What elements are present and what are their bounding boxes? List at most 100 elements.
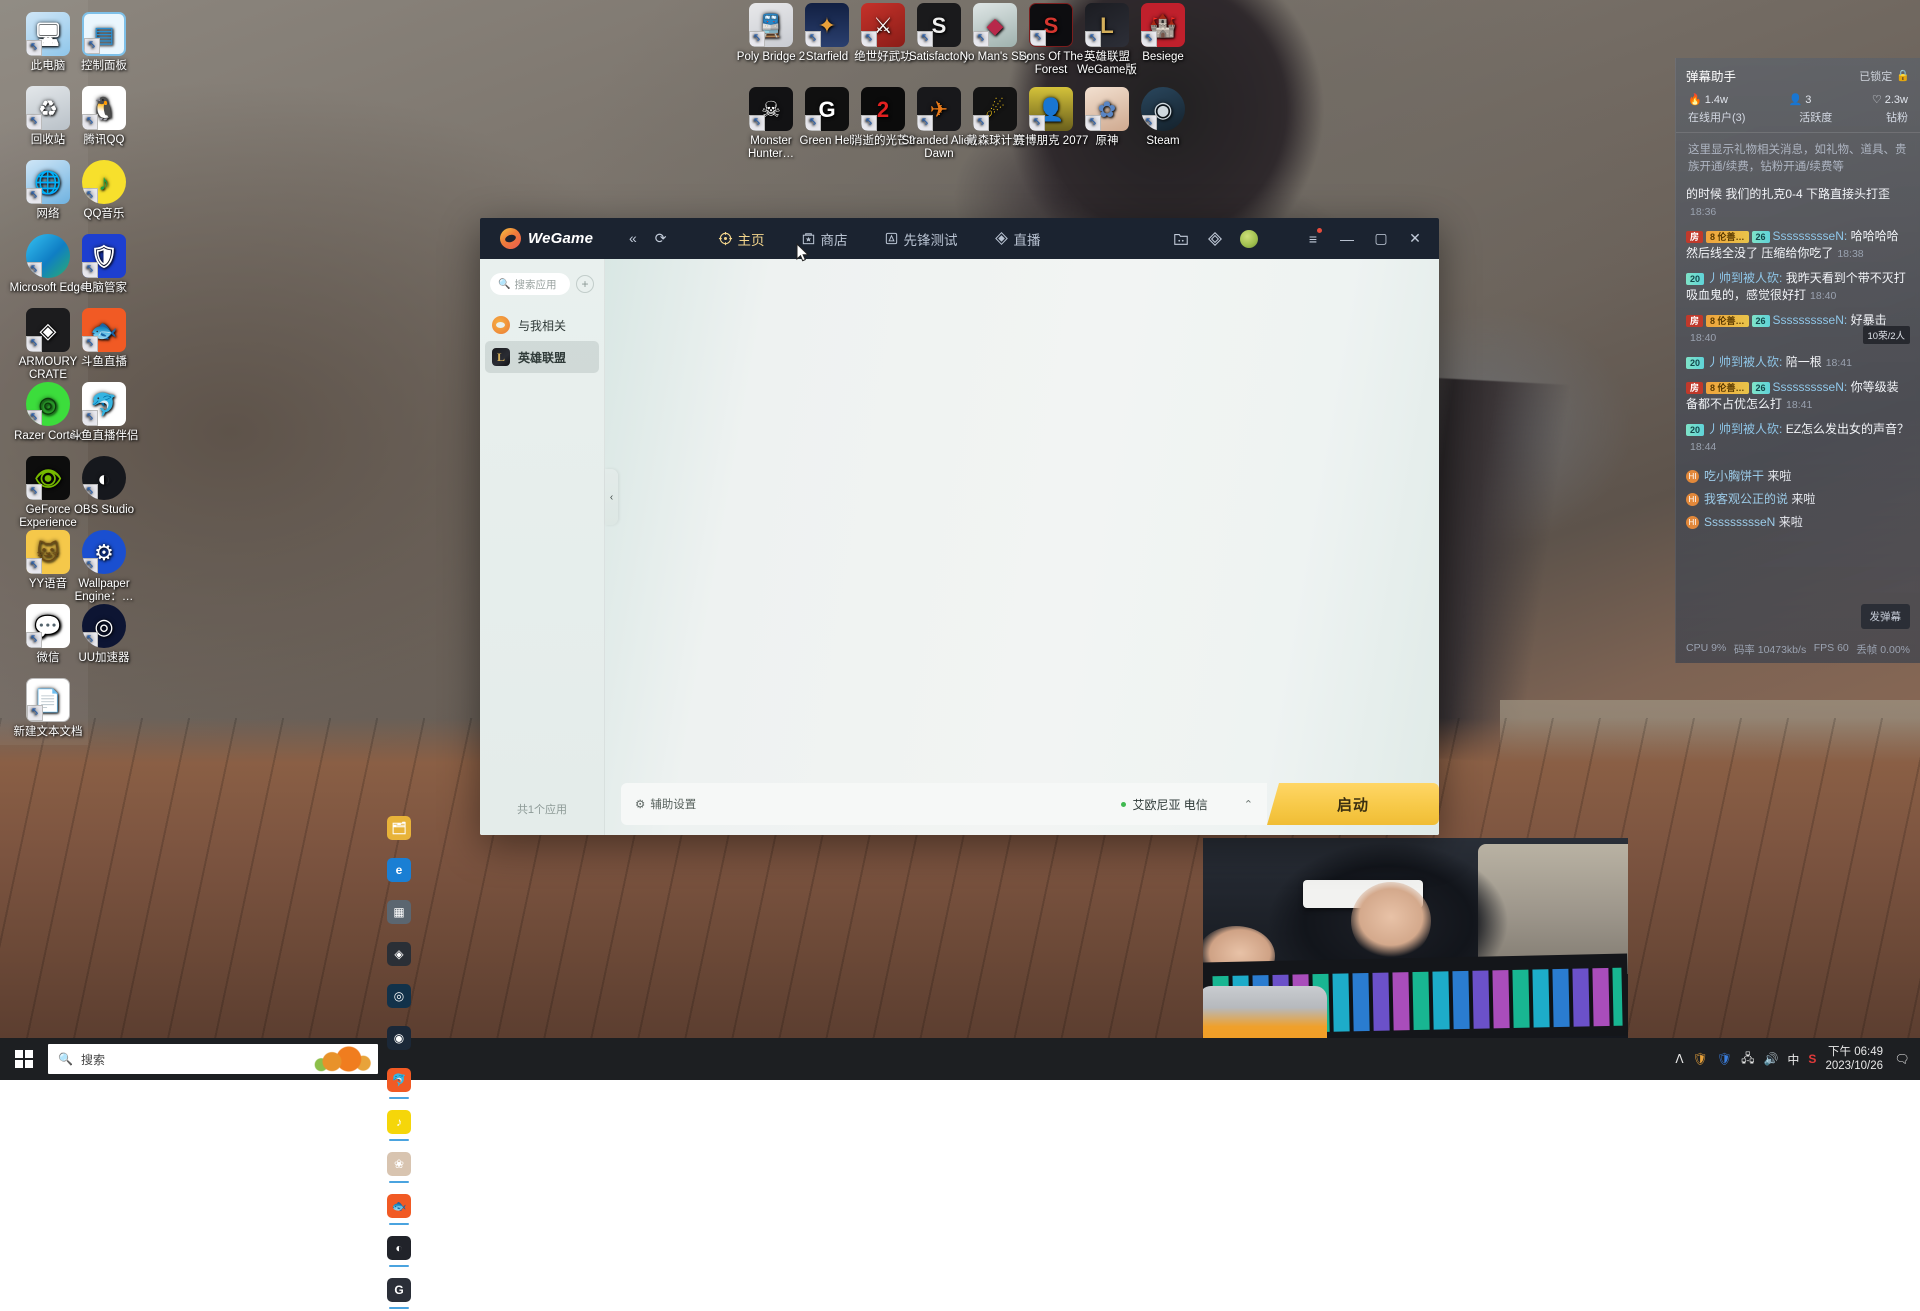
danmaku-lock-status[interactable]: 已锁定 🔒: [1859, 68, 1910, 84]
desktop-icon-text-document-icon[interactable]: 📄新建文本文档: [5, 678, 91, 739]
badge-fan: 26: [1752, 382, 1770, 394]
sidebar-item-related-to-me[interactable]: 与我相关: [485, 309, 599, 341]
tencent-pc-manager-tray-icon[interactable]: 🛡: [1693, 1052, 1708, 1066]
wegame-titlebar[interactable]: WeGame « ⟳ 主页 商店 先锋测试: [480, 218, 1439, 259]
danmaku-sender[interactable]: SsssssssseN:: [1773, 380, 1851, 394]
taskbar-douyu-live-icon[interactable]: 🐟: [378, 1185, 420, 1227]
desktop-icon-label: UU加速器: [61, 652, 147, 665]
desktop-icon-steam-icon[interactable]: ◉Steam: [1120, 87, 1206, 148]
hi-icon: HI: [1686, 470, 1699, 483]
taskbar-qq-music-icon[interactable]: ♪: [378, 1101, 420, 1143]
maximize-button[interactable]: ▢: [1367, 218, 1395, 259]
hi-icon: HI: [1686, 493, 1699, 506]
danmaku-sender[interactable]: 丿帅到被人砍:: [1707, 271, 1786, 285]
taskbar-calculator-icon[interactable]: ▦: [378, 891, 420, 933]
clock[interactable]: 下午 06:49 2023/10/26: [1825, 1045, 1883, 1073]
taskbar-douyu-companion-icon[interactable]: 🐬: [378, 1059, 420, 1101]
ime-chinese-icon[interactable]: 中: [1787, 1051, 1799, 1068]
desktop-icon-douyu-live-icon[interactable]: 🐟斗鱼直播: [61, 308, 147, 369]
wegame-sidebar[interactable]: 🔍 搜索应用 + 与我相关 英雄联盟 共1个应用: [480, 259, 605, 835]
menu-button[interactable]: ≡: [1299, 218, 1327, 259]
tab-beta-test[interactable]: 先锋测试: [870, 218, 972, 259]
security-shield-icon[interactable]: 🛡: [1717, 1052, 1732, 1066]
desktop-icon-besiege-icon[interactable]: 🏰Besiege: [1120, 3, 1206, 64]
danmaku-assistant-panel[interactable]: 弹幕助手 已锁定 🔒 🔥1.4w 👤3 ♡2.3w 在线用户(3) 活跃度 钻粉…: [1675, 58, 1920, 663]
desktop-icon-douyu-companion-icon[interactable]: 🐬斗鱼直播伴侣: [61, 382, 147, 443]
taskbar-wegame-icon[interactable]: G: [378, 1269, 420, 1311]
taskbar-steam-icon[interactable]: ◉: [378, 1017, 420, 1059]
launch-button[interactable]: 启动: [1267, 783, 1439, 825]
tab-beta-label: 先锋测试: [904, 229, 958, 249]
send-danmaku-button[interactable]: 发弹幕: [1861, 604, 1911, 629]
minimize-button[interactable]: —: [1333, 218, 1361, 259]
danmaku-message-list[interactable]: 的时候 我们的扎克0-4 下路直接头打歪18:36房8 伦善…26Sssssss…: [1676, 184, 1920, 465]
system-tray[interactable]: ᐱ 🛡 🛡 🖧 🔊 中 S 下午 06:49 2023/10/26 🗨: [1675, 1045, 1920, 1073]
danmaku-sender[interactable]: SsssssssseN:: [1773, 229, 1851, 243]
show-hidden-icons[interactable]: ᐱ: [1675, 1052, 1683, 1066]
wegame-window[interactable]: WeGame « ⟳ 主页 商店 先锋测试: [480, 218, 1439, 835]
sogou-input-icon[interactable]: S: [1808, 1052, 1816, 1066]
volume-icon[interactable]: 🔊: [1763, 1052, 1778, 1066]
taskbar-microsoft-edge-icon[interactable]: e: [378, 849, 420, 891]
avatar[interactable]: [1235, 218, 1263, 259]
library-icon[interactable]: [1167, 218, 1195, 259]
enter-username[interactable]: SsssssssseN: [1704, 515, 1775, 529]
desktop-icon-tencent-qq-icon[interactable]: 🐧腾讯QQ: [61, 86, 147, 147]
desktop-icon-pc-manager-icon[interactable]: 🛡电脑管家: [61, 234, 147, 295]
desktop-icon-label: 斗鱼直播伴侣: [61, 430, 147, 443]
search-input[interactable]: 🔍 搜索应用: [490, 273, 570, 295]
text-document-icon: 📄: [26, 678, 70, 722]
taskbar-obs-studio-icon[interactable]: ◐: [378, 1227, 420, 1269]
danmaku-time: 18:40: [1810, 290, 1836, 302]
sidebar-collapse-handle[interactable]: ‹: [605, 469, 618, 525]
wegame-tabs[interactable]: 主页 商店 先锋测试 直播: [704, 218, 1055, 259]
tab-diamond-fans[interactable]: 钻粉: [1886, 109, 1908, 125]
action-center-icon[interactable]: 🗨: [1892, 1052, 1912, 1066]
network-icon[interactable]: 🖧: [1741, 1049, 1754, 1070]
windows-start-icon[interactable]: [0, 1038, 48, 1080]
taskbar-uu-booster-icon[interactable]: ◎: [378, 975, 420, 1017]
stat-users: 👤3: [1789, 93, 1812, 106]
auxiliary-settings-button[interactable]: ⚙ 辅助设置: [635, 796, 696, 812]
desktop-icon-uu-booster-icon[interactable]: ◎UU加速器: [61, 604, 147, 665]
server-selector[interactable]: 艾欧尼亚 电信: [1121, 796, 1207, 813]
diamond-icon[interactable]: [1201, 218, 1229, 259]
taskbar-wallpaper-engine-icon[interactable]: ❀: [378, 1143, 420, 1185]
taskbar[interactable]: 🔍 搜索 🗂e▦◈◎◉🐬♪❀🐟◐G ᐱ 🛡 🛡 🖧 🔊 中 S 下午 06:49…: [0, 1038, 1920, 1080]
tab-activity[interactable]: 活跃度: [1799, 109, 1832, 125]
chevron-up-icon[interactable]: ⌃: [1244, 798, 1253, 811]
taskbar-file-explorer-icon[interactable]: 🗂: [378, 807, 420, 849]
danmaku-sender[interactable]: SsssssssseN:: [1773, 313, 1851, 327]
taskbar-search-input[interactable]: 🔍 搜索: [48, 1044, 378, 1074]
enter-username[interactable]: 吃小胸饼干: [1704, 469, 1764, 483]
game-launch-bar[interactable]: ⚙ 辅助设置 艾欧尼亚 电信 ⌃ 启动: [621, 783, 1439, 825]
badge-room: 房: [1686, 315, 1703, 327]
taskbar-armoury-crate-icon[interactable]: ◈: [378, 933, 420, 975]
tab-online-users[interactable]: 在线用户(3): [1688, 109, 1745, 125]
danmaku-gift-notice: 这里显示礼物相关消息，如礼物、道具、贵族开通/续费，钻粉开通/续费等: [1676, 133, 1920, 184]
desktop-icon-wallpaper-engine-icon[interactable]: ⚙Wallpaper Engine：…: [61, 530, 147, 604]
enter-username[interactable]: 我客观公正的说: [1704, 492, 1788, 506]
tab-store[interactable]: 商店: [787, 218, 862, 259]
desktop-icon-label: 控制面板: [61, 60, 147, 73]
taskbar-apps[interactable]: 🗂e▦◈◎◉🐬♪❀🐟◐G: [378, 807, 420, 1311]
badge-lv: 8 伦善…: [1706, 231, 1749, 243]
sidebar-search-row[interactable]: 🔍 搜索应用 +: [480, 273, 604, 295]
close-button[interactable]: ✕: [1401, 218, 1429, 259]
tab-home[interactable]: 主页: [704, 218, 779, 259]
desktop-icon-qq-music-icon[interactable]: ♪QQ音乐: [61, 160, 147, 221]
tab-live[interactable]: 直播: [980, 218, 1055, 259]
danmaku-sender[interactable]: 丿帅到被人砍:: [1707, 355, 1786, 369]
danmaku-sender[interactable]: 丿帅到被人砍:: [1707, 422, 1786, 436]
status-dropped: 丢帧 0.00%: [1856, 642, 1910, 657]
tab-store-label: 商店: [821, 229, 848, 249]
refresh-button[interactable]: ⟳: [646, 218, 676, 259]
add-app-button[interactable]: +: [576, 275, 594, 293]
desktop-icon-obs-studio-icon[interactable]: ◐OBS Studio: [61, 456, 147, 517]
desktop-icon-control-panel-icon[interactable]: ▤控制面板: [61, 12, 147, 73]
danmaku-tab-labels[interactable]: 在线用户(3) 活跃度 钻粉: [1676, 107, 1920, 133]
sidebar-item-league-of-legends[interactable]: 英雄联盟: [485, 341, 599, 373]
wegame-titlebar-right[interactable]: ≡ — ▢ ✕: [1167, 218, 1429, 259]
back-button[interactable]: «: [620, 218, 646, 259]
danmaku-message: 房8 伦善…26SsssssssseN: 你等级装备都不占优怎么打18:41: [1686, 379, 1910, 414]
